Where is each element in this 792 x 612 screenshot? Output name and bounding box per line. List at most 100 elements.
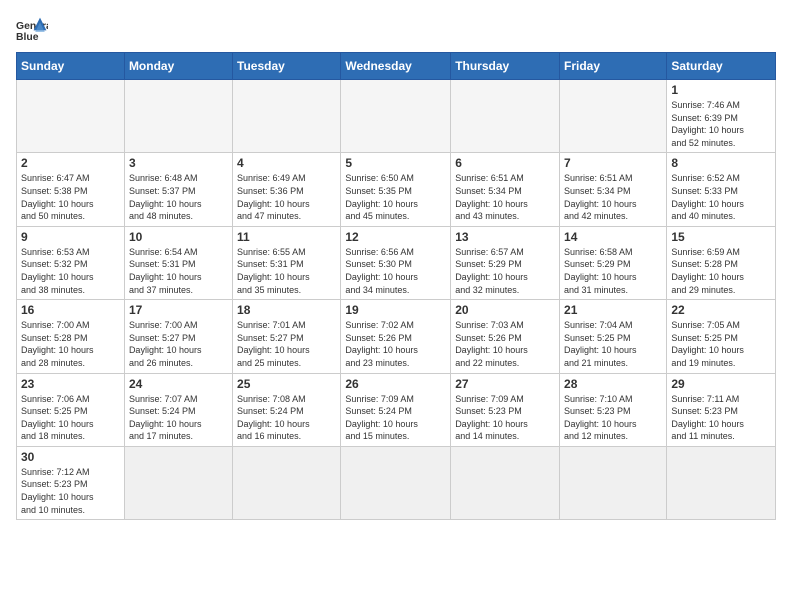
calendar-cell: 15 Sunrise: 6:59 AM Sunset: 5:28 PM Dayli… [667,226,776,299]
calendar-cell: 18 Sunrise: 7:01 AM Sunset: 5:27 PM Dayli… [233,300,341,373]
calendar-header-row: SundayMondayTuesdayWednesdayThursdayFrid… [17,53,776,80]
calendar-cell: 16Sunrise: 7:00 AM Sunset: 5:28 PM Dayli… [17,300,125,373]
calendar-cell [124,446,232,519]
day-number: 5 [345,156,446,170]
page-header: General Blue [16,16,776,44]
day-info: Sunrise: 6:49 AM Sunset: 5:36 PM Dayligh… [237,172,336,222]
day-number: 2 [21,156,120,170]
calendar-cell: 14Sunrise: 6:58 AM Sunset: 5:29 PM Dayli… [560,226,667,299]
calendar-cell: 22 Sunrise: 7:05 AM Sunset: 5:25 PM Dayli… [667,300,776,373]
day-info: Sunrise: 7:07 AM Sunset: 5:24 PM Dayligh… [129,393,228,443]
day-info: Sunrise: 6:59 AM Sunset: 5:28 PM Dayligh… [671,246,771,296]
day-info: Sunrise: 7:03 AM Sunset: 5:26 PM Dayligh… [455,319,555,369]
calendar-cell [667,446,776,519]
day-number: 10 [129,230,228,244]
day-number: 30 [21,450,120,464]
day-number: 8 [671,156,771,170]
svg-text:Blue: Blue [16,32,39,43]
day-number: 16 [21,303,120,317]
day-header-thursday: Thursday [451,53,560,80]
calendar-cell [124,80,232,153]
day-info: Sunrise: 6:53 AM Sunset: 5:32 PM Dayligh… [21,246,120,296]
calendar-cell: 24 Sunrise: 7:07 AM Sunset: 5:24 PM Dayli… [124,373,232,446]
calendar-cell: 9Sunrise: 6:53 AM Sunset: 5:32 PM Daylig… [17,226,125,299]
day-info: Sunrise: 6:51 AM Sunset: 5:34 PM Dayligh… [564,172,662,222]
calendar-cell [341,80,451,153]
calendar-cell: 11 Sunrise: 6:55 AM Sunset: 5:31 PM Dayli… [233,226,341,299]
calendar-cell: 3 Sunrise: 6:48 AM Sunset: 5:37 PM Daylig… [124,153,232,226]
calendar-cell [17,80,125,153]
day-info: Sunrise: 7:12 AM Sunset: 5:23 PM Dayligh… [21,466,120,516]
day-info: Sunrise: 6:58 AM Sunset: 5:29 PM Dayligh… [564,246,662,296]
calendar-cell: 1Sunrise: 7:46 AM Sunset: 6:39 PM Daylig… [667,80,776,153]
day-number: 6 [455,156,555,170]
calendar-week-2: 9Sunrise: 6:53 AM Sunset: 5:32 PM Daylig… [17,226,776,299]
day-number: 29 [671,377,771,391]
day-number: 4 [237,156,336,170]
day-number: 15 [671,230,771,244]
day-number: 18 [237,303,336,317]
day-info: Sunrise: 7:46 AM Sunset: 6:39 PM Dayligh… [671,99,771,149]
day-header-friday: Friday [560,53,667,80]
calendar-cell: 7 Sunrise: 6:51 AM Sunset: 5:34 PM Daylig… [560,153,667,226]
day-number: 11 [237,230,336,244]
calendar-cell: 4 Sunrise: 6:49 AM Sunset: 5:36 PM Daylig… [233,153,341,226]
day-info: Sunrise: 7:11 AM Sunset: 5:23 PM Dayligh… [671,393,771,443]
calendar-cell: 27Sunrise: 7:09 AM Sunset: 5:23 PM Dayli… [451,373,560,446]
day-number: 23 [21,377,120,391]
calendar-week-5: 30 Sunrise: 7:12 AM Sunset: 5:23 PM Dayli… [17,446,776,519]
day-header-sunday: Sunday [17,53,125,80]
day-number: 13 [455,230,555,244]
calendar-cell: 19 Sunrise: 7:02 AM Sunset: 5:26 PM Dayli… [341,300,451,373]
logo-icon: General Blue [16,16,48,44]
calendar-cell: 21Sunrise: 7:04 AM Sunset: 5:25 PM Dayli… [560,300,667,373]
calendar-cell: 26Sunrise: 7:09 AM Sunset: 5:24 PM Dayli… [341,373,451,446]
calendar-week-0: 1Sunrise: 7:46 AM Sunset: 6:39 PM Daylig… [17,80,776,153]
calendar-cell: 25 Sunrise: 7:08 AM Sunset: 5:24 PM Dayli… [233,373,341,446]
calendar-cell: 28Sunrise: 7:10 AM Sunset: 5:23 PM Dayli… [560,373,667,446]
day-info: Sunrise: 6:47 AM Sunset: 5:38 PM Dayligh… [21,172,120,222]
calendar-cell: 30 Sunrise: 7:12 AM Sunset: 5:23 PM Dayli… [17,446,125,519]
calendar-cell [233,80,341,153]
day-info: Sunrise: 6:55 AM Sunset: 5:31 PM Dayligh… [237,246,336,296]
day-info: Sunrise: 7:05 AM Sunset: 5:25 PM Dayligh… [671,319,771,369]
day-info: Sunrise: 7:04 AM Sunset: 5:25 PM Dayligh… [564,319,662,369]
day-header-monday: Monday [124,53,232,80]
calendar-week-3: 16Sunrise: 7:00 AM Sunset: 5:28 PM Dayli… [17,300,776,373]
calendar-cell: 2 Sunrise: 6:47 AM Sunset: 5:38 PM Daylig… [17,153,125,226]
day-info: Sunrise: 7:01 AM Sunset: 5:27 PM Dayligh… [237,319,336,369]
day-info: Sunrise: 7:09 AM Sunset: 5:23 PM Dayligh… [455,393,555,443]
day-info: Sunrise: 6:50 AM Sunset: 5:35 PM Dayligh… [345,172,446,222]
day-info: Sunrise: 7:09 AM Sunset: 5:24 PM Dayligh… [345,393,446,443]
calendar-cell: 10Sunrise: 6:54 AM Sunset: 5:31 PM Dayli… [124,226,232,299]
calendar-cell: 23Sunrise: 7:06 AM Sunset: 5:25 PM Dayli… [17,373,125,446]
calendar-cell: 13Sunrise: 6:57 AM Sunset: 5:29 PM Dayli… [451,226,560,299]
day-number: 3 [129,156,228,170]
day-number: 12 [345,230,446,244]
calendar-cell [560,80,667,153]
day-number: 7 [564,156,662,170]
calendar-cell: 17Sunrise: 7:00 AM Sunset: 5:27 PM Dayli… [124,300,232,373]
day-number: 25 [237,377,336,391]
day-info: Sunrise: 7:02 AM Sunset: 5:26 PM Dayligh… [345,319,446,369]
calendar-cell: 5 Sunrise: 6:50 AM Sunset: 5:35 PM Daylig… [341,153,451,226]
calendar-cell [560,446,667,519]
day-number: 24 [129,377,228,391]
day-info: Sunrise: 6:48 AM Sunset: 5:37 PM Dayligh… [129,172,228,222]
day-info: Sunrise: 7:08 AM Sunset: 5:24 PM Dayligh… [237,393,336,443]
day-number: 20 [455,303,555,317]
calendar-cell: 6Sunrise: 6:51 AM Sunset: 5:34 PM Daylig… [451,153,560,226]
day-number: 22 [671,303,771,317]
calendar-week-4: 23Sunrise: 7:06 AM Sunset: 5:25 PM Dayli… [17,373,776,446]
calendar-cell [451,446,560,519]
day-header-tuesday: Tuesday [233,53,341,80]
calendar-cell: 12 Sunrise: 6:56 AM Sunset: 5:30 PM Dayli… [341,226,451,299]
day-info: Sunrise: 6:52 AM Sunset: 5:33 PM Dayligh… [671,172,771,222]
day-info: Sunrise: 6:56 AM Sunset: 5:30 PM Dayligh… [345,246,446,296]
calendar-cell [451,80,560,153]
day-number: 19 [345,303,446,317]
day-number: 17 [129,303,228,317]
calendar-cell [233,446,341,519]
calendar-cell: 8 Sunrise: 6:52 AM Sunset: 5:33 PM Daylig… [667,153,776,226]
calendar-cell [341,446,451,519]
